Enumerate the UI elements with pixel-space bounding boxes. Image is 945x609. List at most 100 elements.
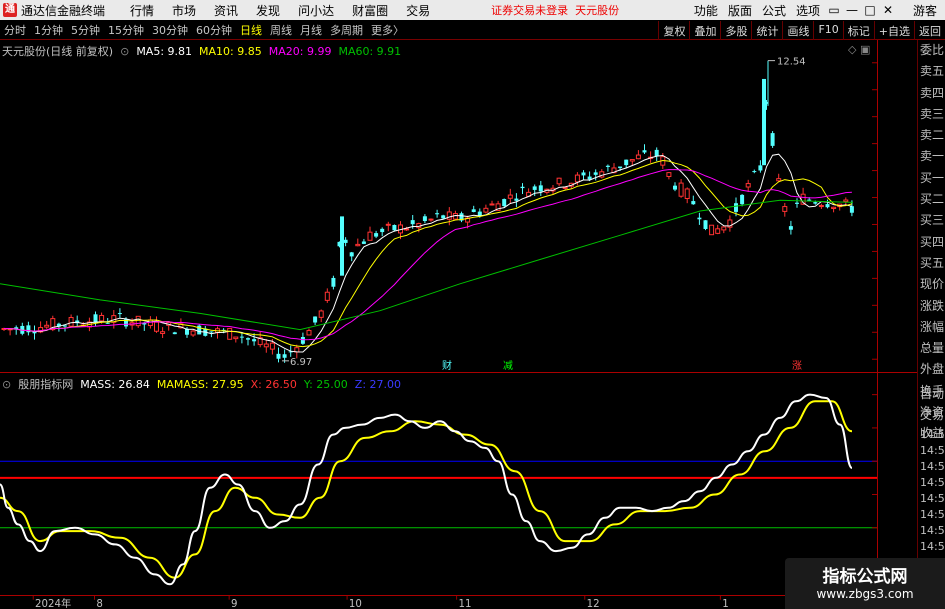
multi-stock-button[interactable]: 多股 (720, 21, 751, 40)
legend-x: X: 26.50 (250, 378, 297, 391)
event-marker: 涨 (792, 360, 802, 372)
period-1min[interactable]: 1分钟 (30, 22, 67, 38)
candle-body-up (446, 211, 452, 220)
candle-body-up (709, 224, 715, 236)
candle-body-down (734, 203, 738, 212)
candle-body-down (538, 185, 543, 192)
candle-body-up (324, 291, 330, 301)
tick-time: 14:56 (920, 523, 945, 537)
period-5min[interactable]: 5分钟 (67, 22, 104, 38)
menu-item-discover[interactable]: 发现 (247, 2, 289, 19)
menu-formula[interactable]: 公式 (757, 2, 791, 19)
legend-toggle-icon[interactable]: ⊙ (2, 378, 15, 391)
current-stock-name: 天元股份 (575, 4, 620, 17)
f10-button[interactable]: F10 (813, 21, 842, 40)
candle-body-down (762, 78, 766, 166)
price-annotations: 12.54 6.97 财 减 涨 (282, 57, 806, 372)
candle-body-up (507, 194, 513, 199)
candle-body-down (435, 213, 440, 215)
candle-body-down (654, 149, 659, 157)
candle-body-up (269, 342, 275, 350)
close-icon[interactable]: ✕ (879, 3, 897, 17)
candle-body-down (282, 354, 287, 358)
main-legend: 天元股份(日线 前复权) ⊙ MA5: 9.81 MA10: 9.85 MA20… (2, 43, 401, 59)
period-30min[interactable]: 30分钟 (148, 22, 192, 38)
candle-body-down (752, 171, 757, 173)
maximize-icon[interactable]: □ (861, 3, 879, 17)
indicator-title[interactable]: 殷朋指标网 (18, 378, 73, 391)
stats-button[interactable]: 统计 (751, 21, 782, 40)
period-15min[interactable]: 15分钟 (104, 22, 148, 38)
x-tick-label: 2024年 (35, 597, 71, 609)
legend-toggle-icon[interactable]: ⊙ (117, 45, 133, 58)
overlay-button[interactable]: 叠加 (689, 21, 720, 40)
guest-user[interactable]: 游客 (897, 2, 945, 19)
period-60min[interactable]: 60分钟 (192, 22, 236, 38)
app-title: 通达信金融终端 (21, 3, 106, 18)
login-status[interactable]: 证券交易未登录 天元股份 (491, 2, 619, 18)
legend-y: Y: 25.00 (303, 378, 348, 391)
period-multi[interactable]: 多周期 (326, 22, 367, 38)
candlestick-chart[interactable]: 12.5012.0011.5011.0010.5010.009.509.008.… (0, 40, 878, 373)
candle-body-down (605, 165, 610, 167)
candle-body-up (190, 330, 196, 336)
adjust-button[interactable]: 复权 (658, 21, 689, 40)
watermark: 指标公式网 www.zbgs3.com (785, 558, 945, 609)
menu-item-quotes[interactable]: 行情 (121, 2, 163, 19)
app-logo-icon: 通 (3, 3, 17, 17)
stock-title[interactable]: 天元股份(日线 前复权) (2, 45, 113, 58)
candle-body-down (532, 186, 537, 190)
ma10-line (3, 159, 853, 348)
candle-body-down (697, 217, 702, 220)
quote-field-label: 卖四 (920, 85, 945, 100)
candle-body-up (227, 327, 233, 340)
chart-settings-icon[interactable]: ◇ ▣ (848, 43, 870, 56)
tick-time: 14:56 (920, 507, 945, 521)
period-weekly[interactable]: 周线 (266, 22, 296, 38)
watermark-url: www.zbgs3.com (816, 587, 914, 601)
candle-body-down (197, 325, 202, 335)
indicator-chart[interactable]: 29.0028.0027.0026.0025.0024.00 (0, 373, 878, 595)
minimize-icon[interactable]: — (843, 3, 861, 17)
legend-ma60: MA60: 9.91 (338, 45, 402, 58)
menu-item-ask[interactable]: 问小达 (289, 2, 343, 19)
draw-line-button[interactable]: 画线 (782, 21, 813, 40)
quote-field-label: 买四 (920, 234, 945, 249)
candle-body-up (666, 172, 672, 177)
candle-body-down (740, 194, 745, 205)
menu-item-news[interactable]: 资讯 (205, 2, 247, 19)
candle-body-down (825, 204, 830, 208)
period-daily[interactable]: 日线 (236, 22, 266, 38)
candle-body-up (99, 314, 105, 322)
menu-options[interactable]: 选项 (791, 2, 825, 19)
x-tick-label: 1 (722, 599, 729, 609)
menu-item-market[interactable]: 市场 (163, 2, 205, 19)
tick-time: 14:56 (920, 459, 945, 473)
quote-field-label: 卖三 (920, 106, 945, 121)
candle-body-down (624, 159, 629, 166)
candle-body-down (813, 202, 818, 204)
x-tick-label: 8 (96, 599, 103, 609)
menu-function[interactable]: 功能 (689, 2, 723, 19)
period-monthly[interactable]: 月线 (296, 22, 326, 38)
back-button[interactable]: 返回 (914, 21, 945, 40)
candle-body-down (239, 336, 244, 338)
add-watchlist-button[interactable]: +自选 (873, 21, 914, 40)
restore-window-icon[interactable]: ▭ (825, 3, 843, 17)
mark-button[interactable]: 标记 (842, 21, 874, 40)
candle-body-down (520, 186, 525, 189)
menu-item-trade[interactable]: 交易 (397, 2, 439, 19)
period-tick[interactable]: 分时 (0, 22, 30, 38)
period-more[interactable]: 更多〉 (367, 22, 408, 38)
candle-body-down (471, 209, 476, 213)
menu-layout[interactable]: 版面 (723, 2, 757, 19)
candle-body-down (313, 316, 318, 323)
candle-body-up (843, 199, 849, 203)
quote-field-label: 买一 (920, 170, 945, 185)
legend-ma20: MA20: 9.99 (268, 45, 332, 58)
quote-field-label: 总量 (920, 341, 945, 356)
candle-body-up (263, 343, 269, 348)
menu-item-wealth[interactable]: 财富圈 (343, 2, 397, 19)
candle-body-up (318, 310, 324, 318)
candle-body-down (340, 216, 344, 276)
